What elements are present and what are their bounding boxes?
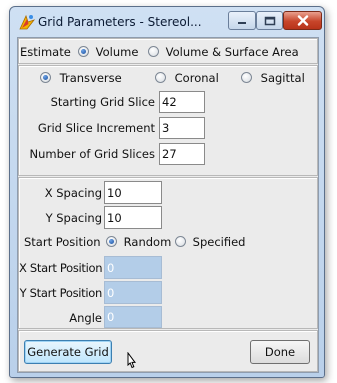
orientation-transverse-option[interactable]: Transverse bbox=[40, 71, 122, 85]
estimate-volume-surface-option[interactable]: Volume & Surface Area bbox=[148, 45, 299, 59]
coronal-radio-label: Coronal bbox=[174, 71, 219, 85]
x-spacing-input[interactable] bbox=[104, 181, 162, 204]
orientation-coronal-option[interactable]: Coronal bbox=[155, 71, 219, 85]
x-start-position-input[interactable] bbox=[104, 256, 162, 279]
done-button[interactable]: Done bbox=[250, 340, 310, 364]
transverse-radio-label: Transverse bbox=[59, 71, 122, 85]
angle-input[interactable] bbox=[104, 306, 162, 328]
y-spacing-input[interactable] bbox=[104, 206, 162, 229]
close-button[interactable] bbox=[283, 11, 322, 30]
transverse-radio[interactable] bbox=[40, 72, 51, 83]
random-radio-label: Random bbox=[123, 235, 172, 249]
mouse-pointer-icon bbox=[127, 352, 136, 369]
start-position-specified-option[interactable]: Specified bbox=[175, 235, 245, 249]
random-radio[interactable] bbox=[106, 236, 117, 247]
slice-panel: Transverse Coronal Sagittal Starting Gri… bbox=[18, 65, 318, 176]
grid-slice-increment-input[interactable] bbox=[159, 117, 205, 139]
actions-panel: Generate Grid Done bbox=[18, 330, 318, 372]
estimate-label: Estimate bbox=[20, 45, 71, 59]
y-start-position-input[interactable] bbox=[104, 281, 162, 304]
starting-grid-slice-input[interactable] bbox=[159, 91, 205, 113]
close-icon bbox=[297, 15, 308, 26]
volume-surface-radio-label: Volume & Surface Area bbox=[165, 45, 299, 59]
start-position-random-option[interactable]: Random bbox=[106, 235, 171, 249]
x-spacing-label: X Spacing bbox=[44, 186, 102, 200]
maximize-icon bbox=[264, 16, 275, 25]
window-title: Grid Parameters - Stereol... bbox=[38, 15, 202, 29]
grid-slice-increment-label: Grid Slice Increment bbox=[37, 121, 155, 135]
starting-grid-slice-label: Starting Grid Slice bbox=[50, 95, 155, 109]
x-start-position-label: X Start Position bbox=[19, 261, 103, 275]
sagittal-radio-label: Sagittal bbox=[260, 71, 305, 85]
number-of-grid-slices-label: Number of Grid Slices bbox=[29, 147, 155, 161]
y-start-position-label: Y Start Position bbox=[19, 286, 103, 300]
title-bar[interactable]: Grid Parameters - Stereol... bbox=[10, 7, 324, 38]
grid-parameters-window: Grid Parameters - Stereol... Estimate Vo… bbox=[9, 6, 325, 378]
maximize-button[interactable] bbox=[256, 11, 283, 30]
volume-radio[interactable] bbox=[78, 46, 89, 57]
estimate-volume-option[interactable]: Volume bbox=[78, 45, 138, 59]
number-of-grid-slices-input[interactable] bbox=[159, 143, 205, 165]
dialog-content: Estimate Volume Volume & Surface Area Tr… bbox=[17, 37, 319, 373]
volume-radio-label: Volume bbox=[95, 45, 139, 59]
specified-radio[interactable] bbox=[175, 236, 186, 247]
start-position-label: Start Position bbox=[24, 235, 101, 249]
y-spacing-label: Y Spacing bbox=[45, 211, 102, 225]
coronal-radio[interactable] bbox=[155, 72, 166, 83]
volume-surface-radio[interactable] bbox=[148, 46, 159, 57]
spacing-panel: X Spacing Y Spacing Start Position Rando… bbox=[18, 177, 318, 329]
estimate-panel: Estimate Volume Volume & Surface Area bbox=[18, 38, 318, 64]
angle-label: Angle bbox=[69, 311, 102, 325]
generate-grid-button[interactable]: Generate Grid bbox=[24, 340, 112, 364]
specified-radio-label: Specified bbox=[192, 235, 246, 249]
orientation-sagittal-option[interactable]: Sagittal bbox=[241, 71, 305, 85]
minimize-icon bbox=[238, 21, 246, 24]
app-icon bbox=[19, 14, 36, 30]
sagittal-radio[interactable] bbox=[241, 72, 252, 83]
minimize-button[interactable] bbox=[228, 11, 256, 30]
